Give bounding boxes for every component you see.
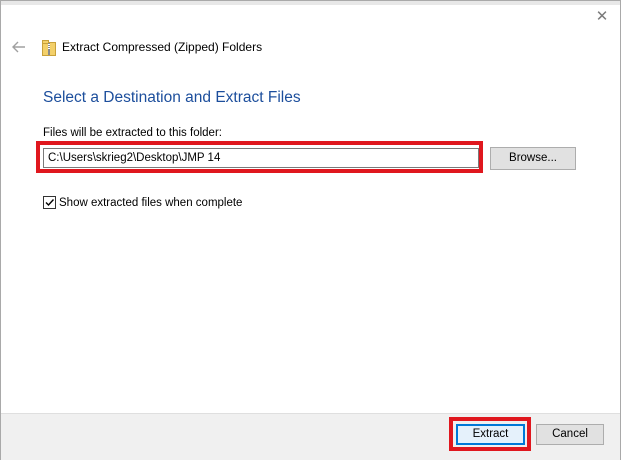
extract-button[interactable]: Extract — [456, 424, 525, 445]
title-bar: ✕ — [1, 1, 620, 33]
show-files-checkbox[interactable] — [43, 196, 56, 209]
browse-button[interactable]: Browse... — [490, 147, 576, 170]
extract-wizard-window: ✕ Extract Compressed (Zipped) Folders Se… — [0, 0, 621, 460]
zip-folder-icon — [42, 40, 56, 56]
close-button[interactable]: ✕ — [592, 7, 612, 27]
destination-path-input[interactable] — [43, 148, 479, 168]
destination-label: Files will be extracted to this folder: — [43, 127, 222, 139]
close-icon: ✕ — [595, 8, 609, 25]
back-arrow-icon — [12, 41, 25, 53]
checkmark-icon — [45, 199, 55, 207]
wizard-title: Extract Compressed (Zipped) Folders — [62, 40, 263, 54]
show-files-label: Show extracted files when complete — [59, 197, 243, 209]
cancel-button[interactable]: Cancel — [536, 424, 604, 445]
back-button[interactable] — [10, 38, 28, 56]
page-heading: Select a Destination and Extract Files — [43, 89, 301, 106]
